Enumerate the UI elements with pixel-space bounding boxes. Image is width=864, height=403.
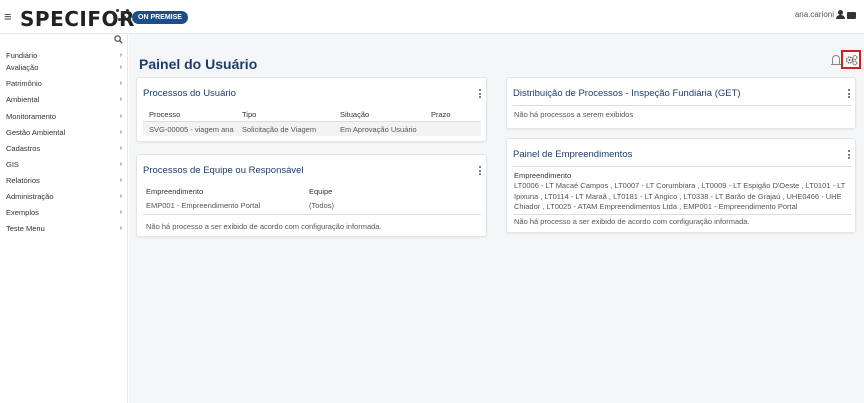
column-header: Equipe (309, 187, 333, 196)
sidebar-item-cadastros[interactable]: Cadastros › (6, 143, 124, 155)
user-area[interactable]: ana.carioni (795, 10, 856, 19)
card-title: Painel de Empreendimentos (513, 149, 633, 160)
sidebar-item-label: Ambiental (6, 95, 40, 104)
user-icon[interactable] (836, 10, 845, 19)
sidebar-item-relatorios[interactable]: Relatórios › (6, 175, 124, 187)
column-header: Tipo (242, 110, 257, 119)
kebab-menu-icon[interactable] (848, 150, 850, 159)
sidebar-item-monitoramento[interactable]: Monitoramento › (6, 111, 124, 123)
sidebar: Fundiário › Avaliação › Patrimônio › Ambien… (0, 34, 128, 403)
divider (143, 214, 481, 215)
sidebar-item-patrimonio[interactable]: Patrimônio › (6, 78, 124, 90)
chevron-right-icon: › (119, 225, 122, 232)
card-empreendimentos: Painel de Empreendimentos Empreendimento… (506, 138, 856, 233)
empreendimento-list: LT0006 - LT Macaé Campos , LT0007 - LT C… (514, 181, 854, 213)
username-label[interactable]: ana.carioni (795, 10, 834, 19)
kebab-menu-icon[interactable] (479, 166, 481, 175)
sidebar-item-label: Patrimônio (6, 79, 42, 88)
list-line: Chiador , LT0025 - ATAM Empreendimentos … (514, 202, 798, 211)
main-area: Painel do Usuário Processos do Usuário P… (129, 34, 864, 403)
sidebar-item-label: GIS (6, 160, 19, 169)
card-title: Processos do Usuário (143, 88, 236, 99)
page-title: Painel do Usuário (139, 56, 258, 72)
sidebar-item-teste-menu[interactable]: Teste Menu › (6, 223, 124, 235)
brand-dots-icon (111, 9, 131, 25)
sidebar-item-label: Relatórios (6, 176, 40, 185)
chevron-right-icon: › (119, 129, 122, 136)
sidebar-item-label: Fundiário (6, 51, 38, 60)
column-header: Empreendimento (146, 187, 204, 196)
chevron-right-icon: › (119, 209, 122, 216)
chevron-right-icon: › (119, 177, 122, 184)
empty-message: Não há processos a serem exibidos (514, 110, 634, 119)
settings-button[interactable] (841, 50, 861, 69)
sidebar-item-avaliacao[interactable]: Avaliação › (6, 62, 124, 74)
sidebar-item-gis[interactable]: GIS › (6, 159, 124, 171)
divider (513, 166, 851, 167)
sidebar-item-label: Exemplos (6, 208, 39, 217)
sidebar-item-exemplos[interactable]: Exemplos › (6, 207, 124, 219)
chevron-right-icon: › (119, 161, 122, 168)
card-title: Processos de Equipe ou Responsável (143, 165, 304, 176)
divider (513, 105, 851, 106)
environment-badge: ON PREMISE (132, 11, 188, 24)
chevron-right-icon: › (119, 96, 122, 103)
sidebar-item-label: Cadastros (6, 144, 41, 153)
kebab-menu-icon[interactable] (848, 89, 850, 98)
table-cell[interactable]: SVG-00005 - viagem ana (149, 125, 234, 134)
table-cell: Em Aprovação Usuário (340, 125, 417, 134)
empty-message: Não há processo a ser exibido de acordo … (514, 217, 750, 226)
sidebar-item-label: Administração (6, 192, 54, 201)
chevron-right-icon: › (119, 193, 122, 200)
sidebar-item-label: Teste Menu (6, 224, 45, 233)
bell-icon[interactable] (831, 55, 841, 65)
chevron-right-icon: › (119, 145, 122, 152)
column-header: Prazo (431, 110, 451, 119)
sidebar-item-label: Monitoramento (6, 112, 57, 121)
chevron-right-icon: › (119, 64, 122, 71)
column-header: Situação (340, 110, 370, 119)
sidebar-item-label: Gestão Ambiental (6, 128, 66, 137)
sidebar-item-label: Avaliação (6, 63, 39, 72)
chevron-right-icon: › (119, 52, 122, 59)
table-cell: (Todos) (309, 201, 335, 210)
column-header: Empreendimento (514, 171, 572, 180)
table-cell: EMP001 - Empreendimento Portal (146, 201, 261, 210)
top-bar: ≡ SPECIFOR ON PREMISE ana.carioni (0, 0, 864, 34)
card-title: Distribuição de Processos - Inspeção Fun… (513, 88, 741, 99)
table-cell: Solicitação de Viagem (242, 125, 317, 134)
card-processos-equipe: Processos de Equipe ou Responsável Empre… (136, 154, 487, 237)
sidebar-item-administracao[interactable]: Administração › (6, 191, 124, 203)
list-line: LT0006 - LT Macaé Campos , LT0007 - LT C… (514, 181, 846, 190)
chevron-right-icon: › (119, 80, 122, 87)
sidebar-item-fundiario[interactable]: Fundiário › (6, 50, 124, 62)
column-header: Processo (149, 110, 181, 119)
chevron-right-icon: › (119, 113, 122, 120)
list-line: Ipixuna , LT0114 - LT Maraã , LT0181 - L… (514, 191, 842, 201)
search-icon[interactable] (114, 35, 123, 47)
mail-icon[interactable] (847, 11, 856, 19)
divider (513, 214, 851, 215)
card-processos-usuario: Processos do Usuário Processo Tipo Situa… (136, 77, 487, 142)
kebab-menu-icon[interactable] (479, 89, 481, 98)
gears-icon[interactable] (845, 54, 858, 66)
empty-message: Não há processo a ser exibido de acordo … (146, 222, 382, 231)
sidebar-item-ambiental[interactable]: Ambiental › (6, 94, 124, 106)
card-distribuicao: Distribuição de Processos - Inspeção Fun… (506, 77, 856, 129)
hamburger-icon[interactable]: ≡ (4, 9, 12, 24)
sidebar-item-gestao-ambiental[interactable]: Gestão Ambiental › (6, 127, 124, 139)
